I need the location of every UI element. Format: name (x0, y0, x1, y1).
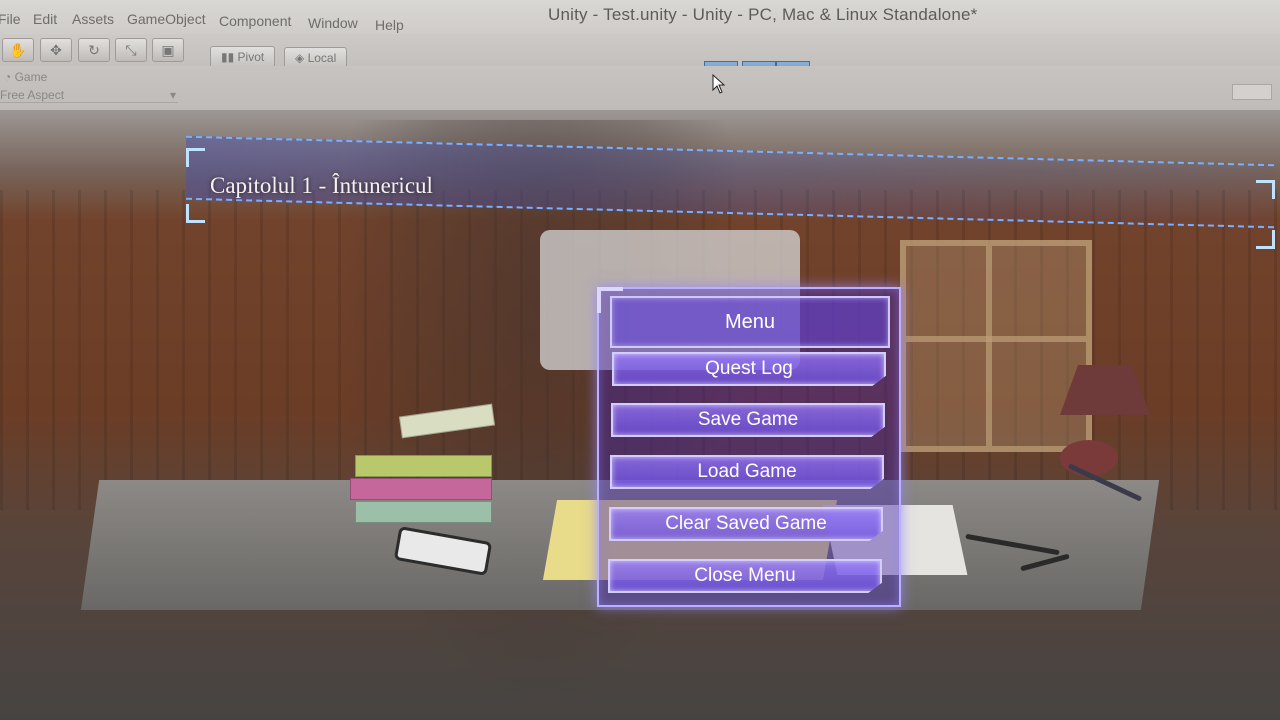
quest-log-button[interactable]: Quest Log (612, 352, 886, 386)
frame-corner (1256, 230, 1275, 249)
menu-header: Menu (610, 296, 890, 348)
local-icon: ◈ (295, 51, 308, 65)
menu-help[interactable]: Help (375, 17, 404, 33)
frame-corner (186, 204, 205, 223)
menu-edit[interactable]: Edit (33, 11, 57, 27)
menu-file[interactable]: File (0, 11, 21, 27)
save-game-button[interactable]: Save Game (611, 403, 885, 437)
lamp-base (1060, 440, 1118, 476)
rotate-tool-icon[interactable]: ↻ (78, 38, 110, 62)
pivot-toggle-button[interactable]: ▮▮ Pivot (210, 46, 276, 68)
book (355, 455, 492, 477)
menu-assets[interactable]: Assets (72, 11, 114, 27)
clear-saved-game-button[interactable]: Clear Saved Game (609, 507, 883, 541)
room-window (900, 240, 1092, 452)
load-game-button[interactable]: Load Game (610, 455, 884, 489)
frame-corner (186, 148, 205, 167)
mouse-cursor-icon (712, 74, 726, 94)
tab-game[interactable]: ◔ Game (4, 70, 47, 84)
pivot-label: Pivot (237, 50, 265, 64)
menu-window[interactable]: Window (308, 15, 358, 31)
game-tab-icon: ◔ (4, 70, 15, 84)
frame-corner (1256, 180, 1275, 199)
dropdown-arrow-icon: ▾ (169, 88, 176, 102)
pivot-icon: ▮▮ (221, 50, 238, 64)
menu-gameobject[interactable]: GameObject (127, 11, 206, 27)
game-tab-label: Game (14, 70, 48, 84)
editor-menubar: File Edit Assets GameObject Component Wi… (0, 0, 1280, 34)
book (355, 501, 492, 523)
aspect-label: Free Aspect (0, 88, 65, 102)
aspect-dropdown[interactable]: Free Aspect ▾ (0, 88, 178, 103)
move-tool-icon[interactable]: ✥ (40, 38, 72, 62)
hand-tool-icon[interactable]: ✋ (2, 38, 34, 62)
game-view-header: ◔ Game Free Aspect ▾ (0, 66, 1280, 110)
chapter-title: Capitolul 1 - Întunericul (210, 173, 433, 198)
maximize-on-play-button[interactable] (1232, 84, 1272, 100)
close-menu-button[interactable]: Close Menu (608, 559, 882, 593)
rect-tool-icon[interactable]: ▣ (152, 38, 184, 62)
menu-component[interactable]: Component (219, 13, 291, 29)
scale-tool-icon[interactable]: ⤡ (115, 38, 147, 62)
window-title: Unity - Test.unity - Unity - PC, Mac & L… (548, 5, 978, 24)
local-label: Local (307, 51, 337, 65)
editor-toolbar: ✋ ✥ ↻ ⤡ ▣ ▮▮ Pivot ◈ Local (0, 34, 1280, 69)
book (350, 478, 492, 500)
